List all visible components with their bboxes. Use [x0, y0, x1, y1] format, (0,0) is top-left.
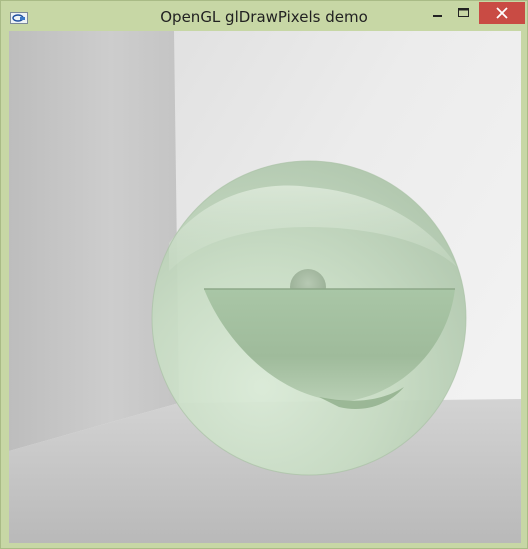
- close-button[interactable]: [479, 2, 525, 24]
- close-icon: [496, 7, 508, 19]
- maximize-icon: [458, 8, 469, 17]
- maximize-button[interactable]: [449, 2, 479, 28]
- opengl-render-canvas[interactable]: [9, 31, 521, 543]
- app-window: OpenGL glDrawPixels demo: [0, 0, 528, 549]
- title-bar[interactable]: OpenGL glDrawPixels demo: [1, 1, 527, 31]
- left-wall: [9, 31, 179, 451]
- render-scene: [9, 31, 521, 543]
